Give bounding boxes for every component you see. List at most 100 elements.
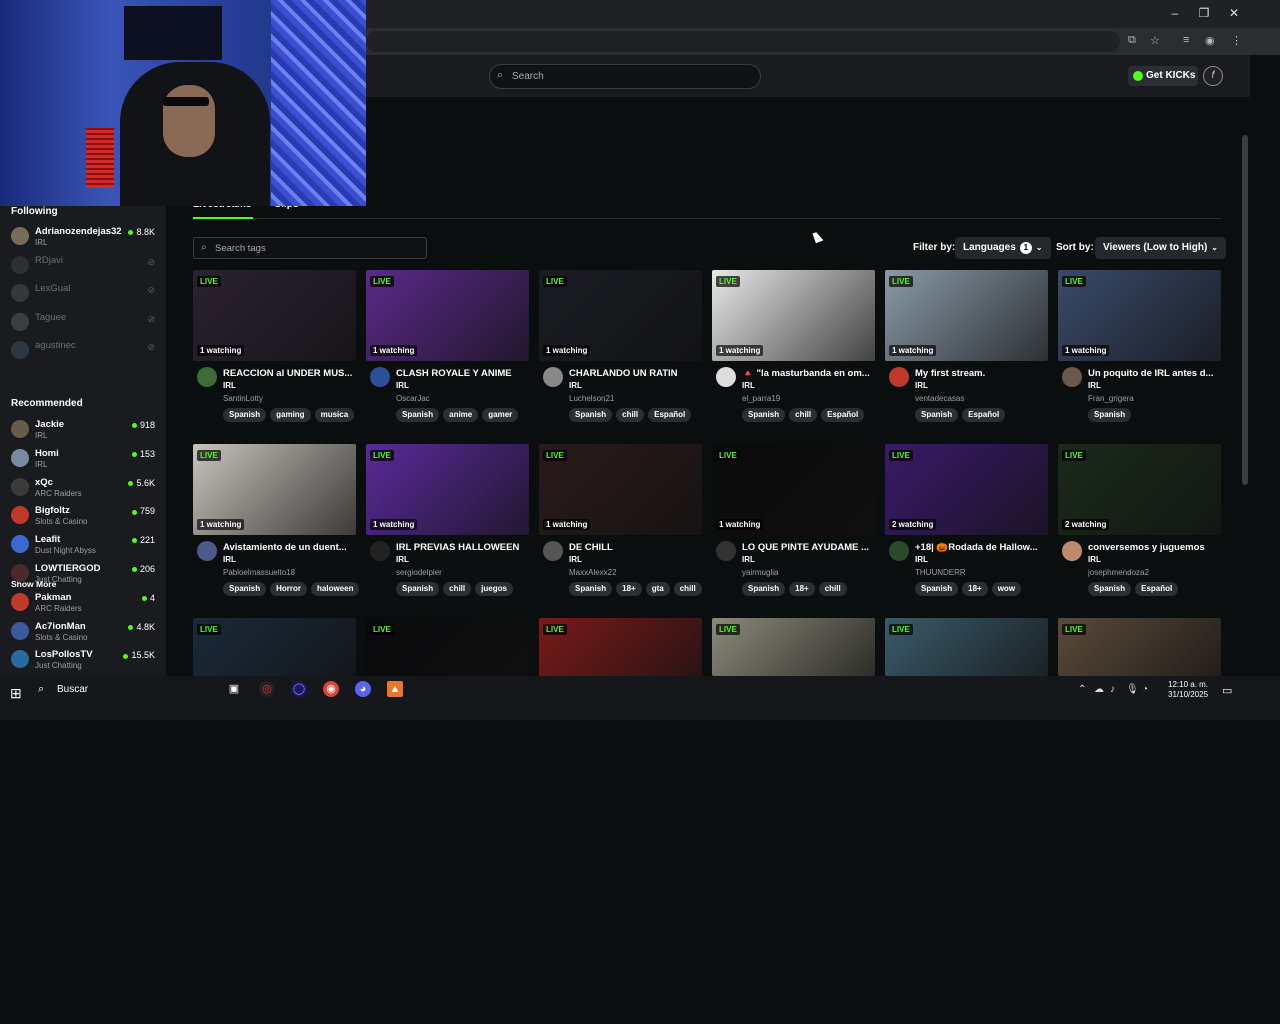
streamer-username[interactable]: ventadecasas — [915, 394, 964, 403]
mic-icon[interactable]: 🎙 — [1126, 684, 1139, 695]
stream-thumbnail[interactable]: LIVE — [1058, 618, 1221, 676]
stream-tag[interactable]: chill — [673, 582, 702, 596]
translate-icon[interactable]: ⧉ — [1128, 34, 1136, 47]
streamer-avatar[interactable] — [889, 367, 909, 387]
stream-title[interactable]: CLASH ROYALE Y ANIME — [396, 368, 526, 379]
taskbar-clock[interactable]: 12:10 a. m. 31/10/2025 — [1168, 680, 1208, 700]
stream-thumbnail[interactable]: LIVE 2 watching — [885, 444, 1048, 535]
taskbar-search[interactable]: ⌕ Buscar — [32, 680, 222, 700]
stream-tag[interactable]: anime — [443, 408, 479, 422]
sort-dropdown[interactable]: Viewers (Low to High) ⌄ — [1095, 237, 1226, 259]
stream-thumbnail[interactable]: LIVE 1 watching — [193, 270, 356, 361]
stream-tag[interactable]: Spanish — [915, 408, 959, 422]
streamer-username[interactable]: el_parra19 — [742, 394, 780, 403]
stream-tag[interactable]: Español — [821, 408, 865, 422]
sidebar-recommended-item[interactable]: Bigfoltz Slots & Casino 759 — [0, 502, 166, 531]
notifications-icon[interactable]: ▭ — [1222, 684, 1232, 697]
stream-tag[interactable]: Spanish — [1088, 582, 1132, 596]
address-bar[interactable] — [366, 31, 1120, 52]
sidebar-following-item[interactable]: Taguee ⊘ — [0, 309, 166, 338]
sidebar-recommended-item[interactable]: Ac7ionMan Slots & Casino 4.8K — [0, 618, 166, 647]
streamer-avatar[interactable] — [1062, 367, 1082, 387]
stream-category[interactable]: IRL — [569, 555, 582, 564]
app-icon[interactable]: ◯ — [291, 681, 307, 697]
streamer-avatar[interactable] — [370, 367, 390, 387]
tag-search-input[interactable]: ⌕ Search tags — [193, 237, 427, 259]
stream-tag[interactable]: chill — [443, 582, 472, 596]
sidebar-recommended-item[interactable]: LOWTIERGOD Just Chatting 206 — [0, 560, 166, 589]
bookmark-star-icon[interactable]: ☆ — [1150, 34, 1160, 47]
obs-icon[interactable]: ◎ — [259, 681, 275, 697]
stream-card[interactable]: LIVE 1 watching DE CHILL IRL MaxxAlexx22 Span… — [539, 444, 702, 602]
windows-start-icon[interactable]: ⊞ — [10, 685, 22, 702]
streamer-avatar[interactable] — [197, 541, 217, 561]
streamer-username[interactable]: Pabloelmassuelto18 — [223, 568, 295, 577]
stream-tag[interactable]: Spanish — [223, 408, 267, 422]
stream-tag[interactable]: chill — [818, 582, 847, 596]
stream-category[interactable]: IRL — [569, 381, 582, 390]
stream-tag[interactable]: 18+ — [616, 582, 642, 596]
stream-thumbnail[interactable]: LIVE 1 watching — [366, 444, 529, 535]
sidebar-following-item[interactable]: RDjavi ⊘ — [0, 252, 166, 281]
stream-title[interactable]: Un poquito de IRL antes d... — [1088, 368, 1218, 379]
streamer-username[interactable]: josephmendoza2 — [1088, 568, 1149, 577]
stream-tag[interactable]: Spanish — [396, 582, 440, 596]
sidebar-following-item[interactable]: agustinec ⊘ — [0, 337, 166, 366]
stream-tag[interactable]: Spanish — [223, 582, 267, 596]
sidebar-following-item[interactable]: LexGual ⊘ — [0, 280, 166, 309]
discord-icon[interactable]: ◕ — [355, 681, 371, 697]
stream-thumbnail[interactable]: LIVE 1 watching — [539, 444, 702, 535]
stream-tag[interactable]: gta — [645, 582, 670, 596]
network-icon[interactable]: ☁ — [1094, 684, 1104, 695]
stream-thumbnail[interactable]: LIVE — [539, 618, 702, 676]
stream-thumbnail[interactable]: LIVE 1 watching — [1058, 270, 1221, 361]
stream-card[interactable]: LIVE 1 watching LO QUE PINTE AYUDAME ... IR… — [712, 444, 875, 602]
sidebar-recommended-item[interactable]: xQc ARC Raiders 5.6K — [0, 474, 166, 503]
stream-card[interactable]: LIVE 1 watching CHARLANDO UN RATIN IRL Luche… — [539, 270, 702, 428]
stream-tag[interactable]: Español — [1135, 582, 1179, 596]
stream-category[interactable]: IRL — [742, 381, 755, 390]
stream-tag[interactable]: Spanish — [742, 582, 786, 596]
stream-tag[interactable]: musica — [314, 408, 355, 422]
stream-title[interactable]: IRL PREVIAS HALLOWEEN — [396, 542, 526, 553]
stream-thumbnail[interactable]: LIVE 1 watching — [539, 270, 702, 361]
stream-title[interactable]: My first stream. — [915, 368, 1045, 379]
streamer-avatar[interactable] — [543, 367, 563, 387]
streamer-username[interactable]: SantinLotty — [223, 394, 263, 403]
streamer-avatar[interactable] — [197, 367, 217, 387]
stream-tag[interactable]: Horror — [270, 582, 308, 596]
streamer-username[interactable]: Fran_grigera — [1088, 394, 1134, 403]
stream-card[interactable]: LIVE 1 watching CLASH ROYALE Y ANIME IRL Osc… — [366, 270, 529, 428]
close-button[interactable]: ✕ — [1224, 6, 1244, 20]
sidebar-recommended-item[interactable]: Leafit Dust Night Abyss 221 — [0, 531, 166, 560]
streamer-username[interactable]: THUUNDERR — [915, 568, 966, 577]
stream-thumbnail[interactable]: LIVE — [366, 618, 529, 676]
stream-category[interactable]: IRL — [1088, 555, 1101, 564]
stream-category[interactable]: IRL — [915, 381, 928, 390]
stream-card[interactable]: LIVE 2 watching conversemos y juguemos IRL j… — [1058, 444, 1221, 602]
stream-category[interactable]: IRL — [396, 381, 409, 390]
stream-card[interactable]: LIVE 1 watching My first stream. IRL ventade… — [885, 270, 1048, 428]
sidebar-recommended-item[interactable]: Jackie IRL 918 — [0, 416, 166, 445]
stream-tag[interactable]: Spanish — [569, 408, 613, 422]
stream-tag[interactable]: chill — [616, 408, 645, 422]
stream-category[interactable]: IRL — [915, 555, 928, 564]
streamer-username[interactable]: OscarJac — [396, 394, 430, 403]
site-search-input[interactable]: ⌕ Search — [489, 64, 761, 89]
streamer-username[interactable]: Luchelson21 — [569, 394, 614, 403]
stream-tag[interactable]: Spanish — [742, 408, 786, 422]
stream-thumbnail[interactable]: LIVE 1 watching — [712, 270, 875, 361]
sidebar-recommended-item[interactable]: Pakman ARC Raiders 4 — [0, 589, 166, 618]
stream-tag[interactable]: 18+ — [962, 582, 988, 596]
stream-tag[interactable]: gamer — [482, 408, 519, 422]
streamer-username[interactable]: sergiodelpier — [396, 568, 442, 577]
streamer-avatar[interactable] — [370, 541, 390, 561]
sidebar-recommended-item[interactable]: Homi IRL 153 — [0, 445, 166, 474]
stream-tag[interactable]: gaming — [270, 408, 311, 422]
sidebar-following-item[interactable]: Adrianozendejas32 IRL 8.8K — [0, 223, 166, 252]
chrome-icon[interactable]: ◉ — [323, 681, 339, 697]
stream-card[interactable]: LIVE 1 watching REACCION al UNDER MUS... IR… — [193, 270, 356, 428]
stream-card[interactable]: LIVE 1 watching 🔺 "la masturbanda en om...… — [712, 270, 875, 428]
media-control-icon[interactable]: ≡ — [1183, 34, 1189, 46]
stream-card[interactable]: LIVE 1 watching Un poquito de IRL antes d.… — [1058, 270, 1221, 428]
